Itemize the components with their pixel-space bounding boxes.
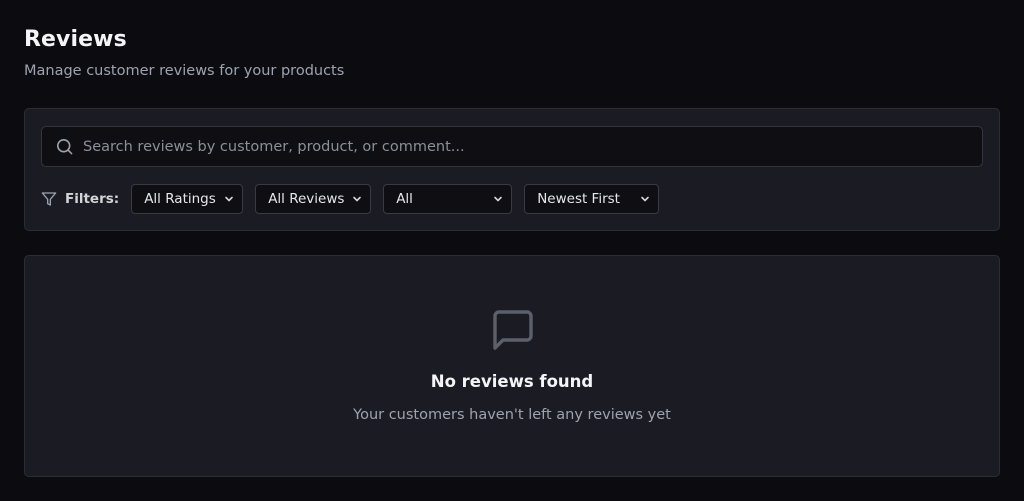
message-square-icon [489,306,537,354]
filter-panel: Filters: All Ratings All Reviews All [24,108,1000,231]
status-filter-select[interactable]: All [383,184,513,214]
rating-filter-value: All Ratings [144,191,216,207]
search-box[interactable] [41,126,983,167]
chevron-down-icon [224,194,234,204]
status-filter-value: All [396,191,413,207]
page-subtitle: Manage customer reviews for your product… [24,63,345,79]
search-input[interactable] [83,138,982,155]
chevron-down-icon [640,194,650,204]
empty-state-message: Your customers haven't left any reviews … [353,407,671,423]
empty-state-panel: No reviews found Your customers haven't … [24,255,1000,477]
rating-filter-select[interactable]: All Ratings [131,184,244,214]
page-title: Reviews [24,27,127,52]
chevron-down-icon [352,194,362,204]
review-type-filter-select[interactable]: All Reviews [255,184,372,214]
sort-select[interactable]: Newest First [524,184,660,214]
filters-row: Filters: All Ratings All Reviews All New… [41,184,671,214]
filter-icon [41,191,57,207]
chevron-down-icon [493,194,503,204]
review-type-filter-value: All Reviews [268,191,345,207]
sort-value: Newest First [537,191,620,207]
reviews-page: Reviews Manage customer reviews for your… [0,0,1024,501]
filters-label: Filters: [65,191,120,207]
empty-state-title: No reviews found [430,372,594,391]
search-icon [54,137,74,157]
